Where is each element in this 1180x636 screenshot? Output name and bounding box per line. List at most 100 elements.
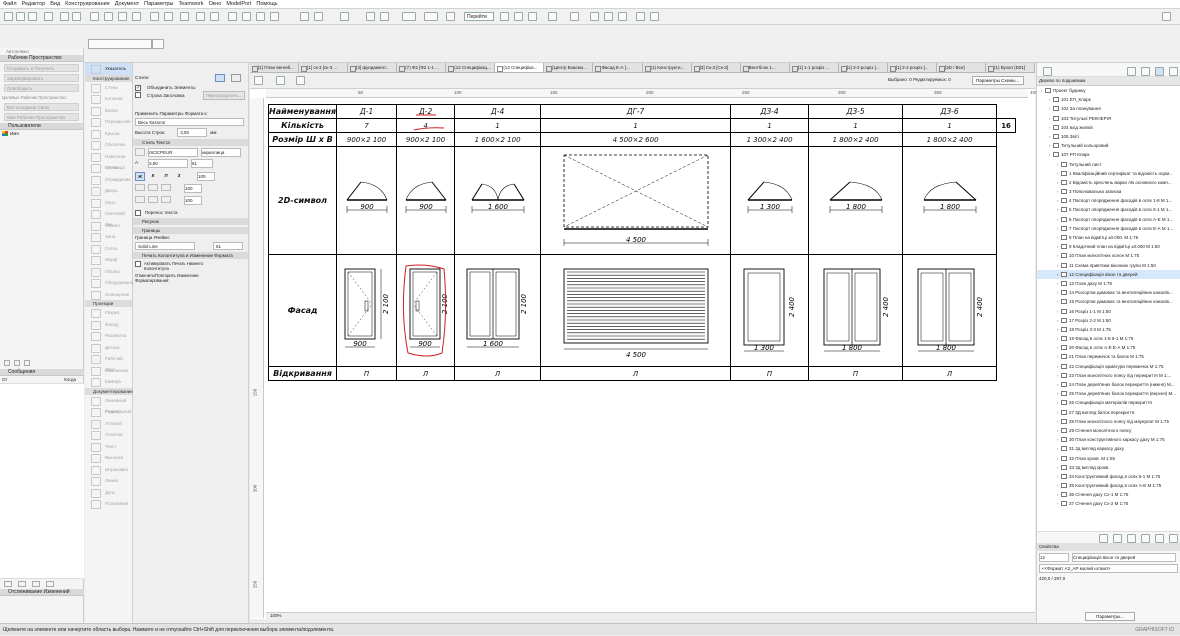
header-2d-cell[interactable]: 2D-символ — [267, 146, 338, 255]
toolbox-tool[interactable]: Окно — [85, 197, 132, 209]
toolbox-section[interactable]: Проекции — [85, 300, 132, 307]
send-receive-button[interactable]: Отправить и Получить — [4, 64, 79, 72]
toolbox-tool[interactable]: Деталь — [85, 342, 132, 354]
tree-item[interactable]: › 29 Січення монолітного поясу — [1037, 426, 1180, 435]
view-tab[interactable]: [1] 3-3 розріз [... — [838, 63, 888, 72]
tree-item[interactable]: › 4 Паспорт опорядження фасадів в осях 1-… — [1037, 196, 1180, 205]
pointer-icon[interactable] — [90, 12, 99, 21]
count-cell[interactable]: 7 — [336, 118, 398, 133]
tool-icon[interactable] — [4, 360, 10, 366]
total-count-cell[interactable]: 16 — [996, 118, 1017, 133]
undo-icon[interactable] — [60, 12, 69, 21]
width-factor-input[interactable]: 100 — [197, 172, 215, 181]
name-cell[interactable]: Д-4 — [454, 104, 542, 119]
activate-print-row[interactable]: Активировать Печать Нижнего Колонтитула — [133, 261, 248, 271]
tree-item[interactable]: › 11 Схема прив'язки віконних групи М 1:5… — [1037, 261, 1180, 270]
toolbox-tool[interactable]: Текст — [85, 441, 132, 453]
picture-section[interactable]: Рисунок — [133, 218, 248, 225]
name-cell[interactable]: ДЗ-6 — [902, 104, 998, 119]
charset-select[interactable]: кириллица — [201, 148, 241, 157]
opening-cell[interactable]: Л — [540, 366, 732, 381]
symbol-2d-cell[interactable]: 4 500 — [540, 146, 732, 255]
users-header[interactable]: Пользователи — [0, 123, 83, 130]
new-layout-icon[interactable] — [1099, 534, 1108, 543]
menu-item[interactable]: Параметры — [144, 1, 173, 7]
adjust-icon[interactable] — [210, 12, 219, 21]
split-icon[interactable] — [196, 12, 205, 21]
name-cell[interactable]: ДЗ-5 — [808, 104, 904, 119]
opening-cell[interactable]: Л — [902, 366, 998, 381]
tree-item[interactable]: › 10 План монолітних колон М 1:75 — [1037, 251, 1180, 260]
view-tab[interactable]: [1] План венгеб... — [250, 63, 300, 72]
valign-mid-button[interactable] — [148, 196, 158, 203]
3d-view-icon[interactable] — [314, 12, 323, 21]
size-cell[interactable]: 900×2 100 — [396, 132, 456, 147]
tree-item[interactable]: › Проект будинку — [1037, 86, 1180, 95]
orbit-icon[interactable] — [270, 12, 279, 21]
opening-cell[interactable]: Л — [396, 366, 456, 381]
layers-icon[interactable] — [150, 12, 159, 21]
view-tab[interactable]: [3] Ск-3 [Ск-3] — [691, 63, 741, 72]
opening-cell[interactable]: Л — [454, 366, 542, 381]
view-tab[interactable]: [3] фундамент... — [348, 63, 398, 72]
tree-item[interactable]: › 14 Розгортки димових та вентиляційних к… — [1037, 288, 1180, 297]
toolbox-tool[interactable]: Развертка — [85, 330, 132, 342]
properties-header[interactable]: Свойства — [1037, 543, 1180, 551]
toolbox-tool[interactable]: Крыша — [85, 128, 132, 140]
activate-print-checkbox[interactable] — [135, 261, 141, 267]
tree-item[interactable]: › 107 РП Кларк — [1037, 150, 1180, 159]
tree-item[interactable]: › 21 План перемичок та балок М 1:75 — [1037, 352, 1180, 361]
toolbox-tool[interactable]: Указатель — [85, 63, 132, 75]
redo-icon[interactable] — [72, 12, 81, 21]
zoom-level[interactable]: 100% — [270, 613, 282, 618]
valign-top-button[interactable] — [135, 196, 145, 203]
opening-cell[interactable]: П — [808, 366, 904, 381]
align-center-button[interactable] — [148, 184, 158, 191]
tree-item[interactable]: › 24 План дерев'яних балок перекриття (ни… — [1037, 380, 1180, 389]
info-icon[interactable] — [1169, 534, 1178, 543]
zoom-out-icon[interactable] — [242, 12, 251, 21]
align-right-button[interactable] — [161, 184, 171, 191]
toolbox-tool[interactable]: Дверь — [85, 185, 132, 197]
parameters-button[interactable]: Параметры... — [1085, 612, 1135, 621]
header-open-cell[interactable]: Відкривання — [267, 366, 338, 381]
header-name-cell[interactable]: Найменування — [267, 104, 338, 119]
tool-icon[interactable] — [14, 360, 20, 366]
toolbox-tool[interactable]: Сетка — [85, 243, 132, 255]
apply-format-select[interactable]: Весь Каталог — [135, 118, 244, 126]
tree-item[interactable]: › 32 План крокв. М 1:55 — [1037, 454, 1180, 463]
reserve-button[interactable]: Зарезервировать — [4, 74, 79, 82]
view-tab[interactable]: Фасад Е-А [... — [593, 63, 643, 72]
menu-item[interactable]: Помощь — [256, 1, 277, 7]
symbol-2d-cell[interactable]: 1 800 — [902, 146, 998, 255]
merge-elements-row[interactable]: ✓ Объединить Элементы — [133, 84, 248, 91]
tree-item[interactable]: › 19 Фасад в осях 1-8 6-1 М 1:75 — [1037, 334, 1180, 343]
tree-item[interactable]: › 26 Специфікація матеріалів перекриття — [1037, 398, 1180, 407]
line-type-select[interactable]: Solid Line — [135, 242, 195, 250]
tool-d-icon[interactable] — [548, 12, 557, 21]
name-cell[interactable]: ДЗ-4 — [730, 104, 810, 119]
tree-item[interactable]: › 25 План дерев'яних балок перекриття (ве… — [1037, 389, 1180, 398]
tree-item[interactable]: › 20 Фасад в осях А-Е Е-А М 1:75 — [1037, 343, 1180, 352]
scheme-button[interactable]: Параметры Схемы... — [972, 76, 1024, 85]
tool-e-icon[interactable] — [570, 12, 579, 21]
menu-item[interactable]: Редактор — [22, 1, 46, 7]
name-cell[interactable]: Д-1 — [336, 104, 398, 119]
tree-item[interactable]: › 9 Кладочний план на відмітці ±0.000 М 1… — [1037, 242, 1180, 251]
tool-a-icon[interactable] — [500, 12, 509, 21]
new-folder-icon[interactable] — [1113, 534, 1122, 543]
toolbox-tool[interactable]: Фасад — [85, 319, 132, 331]
tree-item[interactable]: › 31 3д вигляд каркасу даху — [1037, 444, 1180, 453]
facade-cell[interactable]: 2 100 1 600 — [454, 254, 542, 367]
count-cell[interactable]: 1 — [540, 118, 732, 133]
size-cell[interactable]: 900×2 100 — [336, 132, 398, 147]
text-style-section[interactable]: Стиль Текста — [133, 139, 248, 146]
size-cell[interactable]: 1 800×2 400 — [902, 132, 998, 147]
view-tab[interactable]: (12 Специфіка... — [495, 63, 545, 72]
new-file-icon[interactable] — [4, 12, 13, 21]
underline-button[interactable]: П — [161, 172, 171, 181]
menu-item[interactable]: Файл — [3, 1, 17, 7]
line-spacing-input[interactable]: 100 — [184, 196, 202, 205]
print-icon[interactable] — [44, 12, 53, 21]
tree-item[interactable]: › 12 Специфікація вікон та дверей — [1037, 269, 1180, 279]
